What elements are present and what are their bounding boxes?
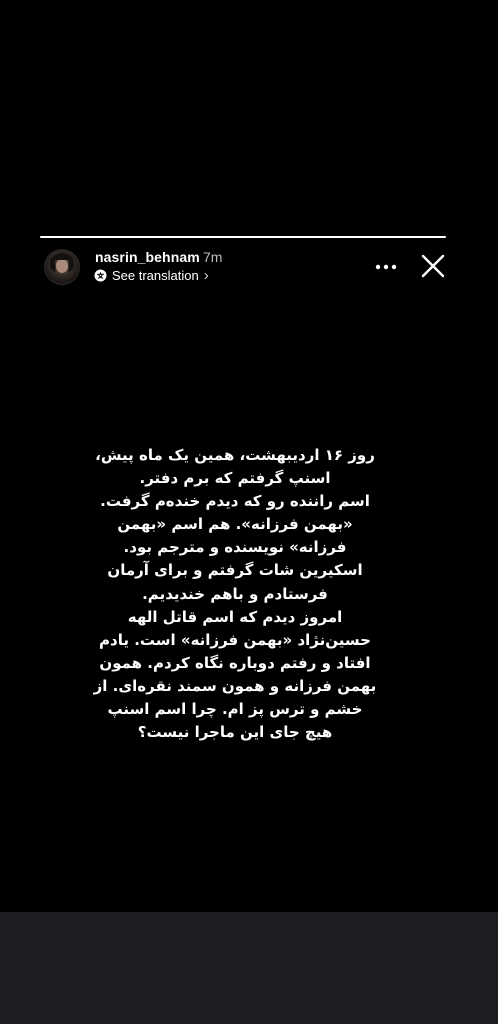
- story-viewer[interactable]: nasrin_behnam 7m See translation › روز ۱…: [0, 0, 498, 912]
- translate-icon: [94, 269, 107, 282]
- story-screen: nasrin_behnam 7m See translation › روز ۱…: [0, 0, 498, 1024]
- more-options-button[interactable]: [374, 258, 398, 276]
- close-icon: [421, 254, 445, 278]
- story-progress-fill: [40, 236, 446, 238]
- story-timestamp: 7m: [203, 249, 223, 265]
- more-horizontal-icon: [375, 264, 397, 270]
- bottom-bar-area: [0, 912, 498, 1024]
- avatar-face: [56, 259, 68, 273]
- story-progress-bar: [40, 236, 446, 238]
- close-button[interactable]: [420, 253, 446, 279]
- see-translation-label: See translation: [112, 268, 199, 283]
- username[interactable]: nasrin_behnam: [95, 249, 200, 265]
- story-text: روز ۱۶ اردیبهشت، همین یک ماه پیش، اسنپ گ…: [93, 446, 377, 742]
- chevron-right-icon: ›: [203, 267, 209, 284]
- see-translation-button[interactable]: See translation ›: [94, 267, 209, 284]
- avatar[interactable]: [44, 249, 80, 285]
